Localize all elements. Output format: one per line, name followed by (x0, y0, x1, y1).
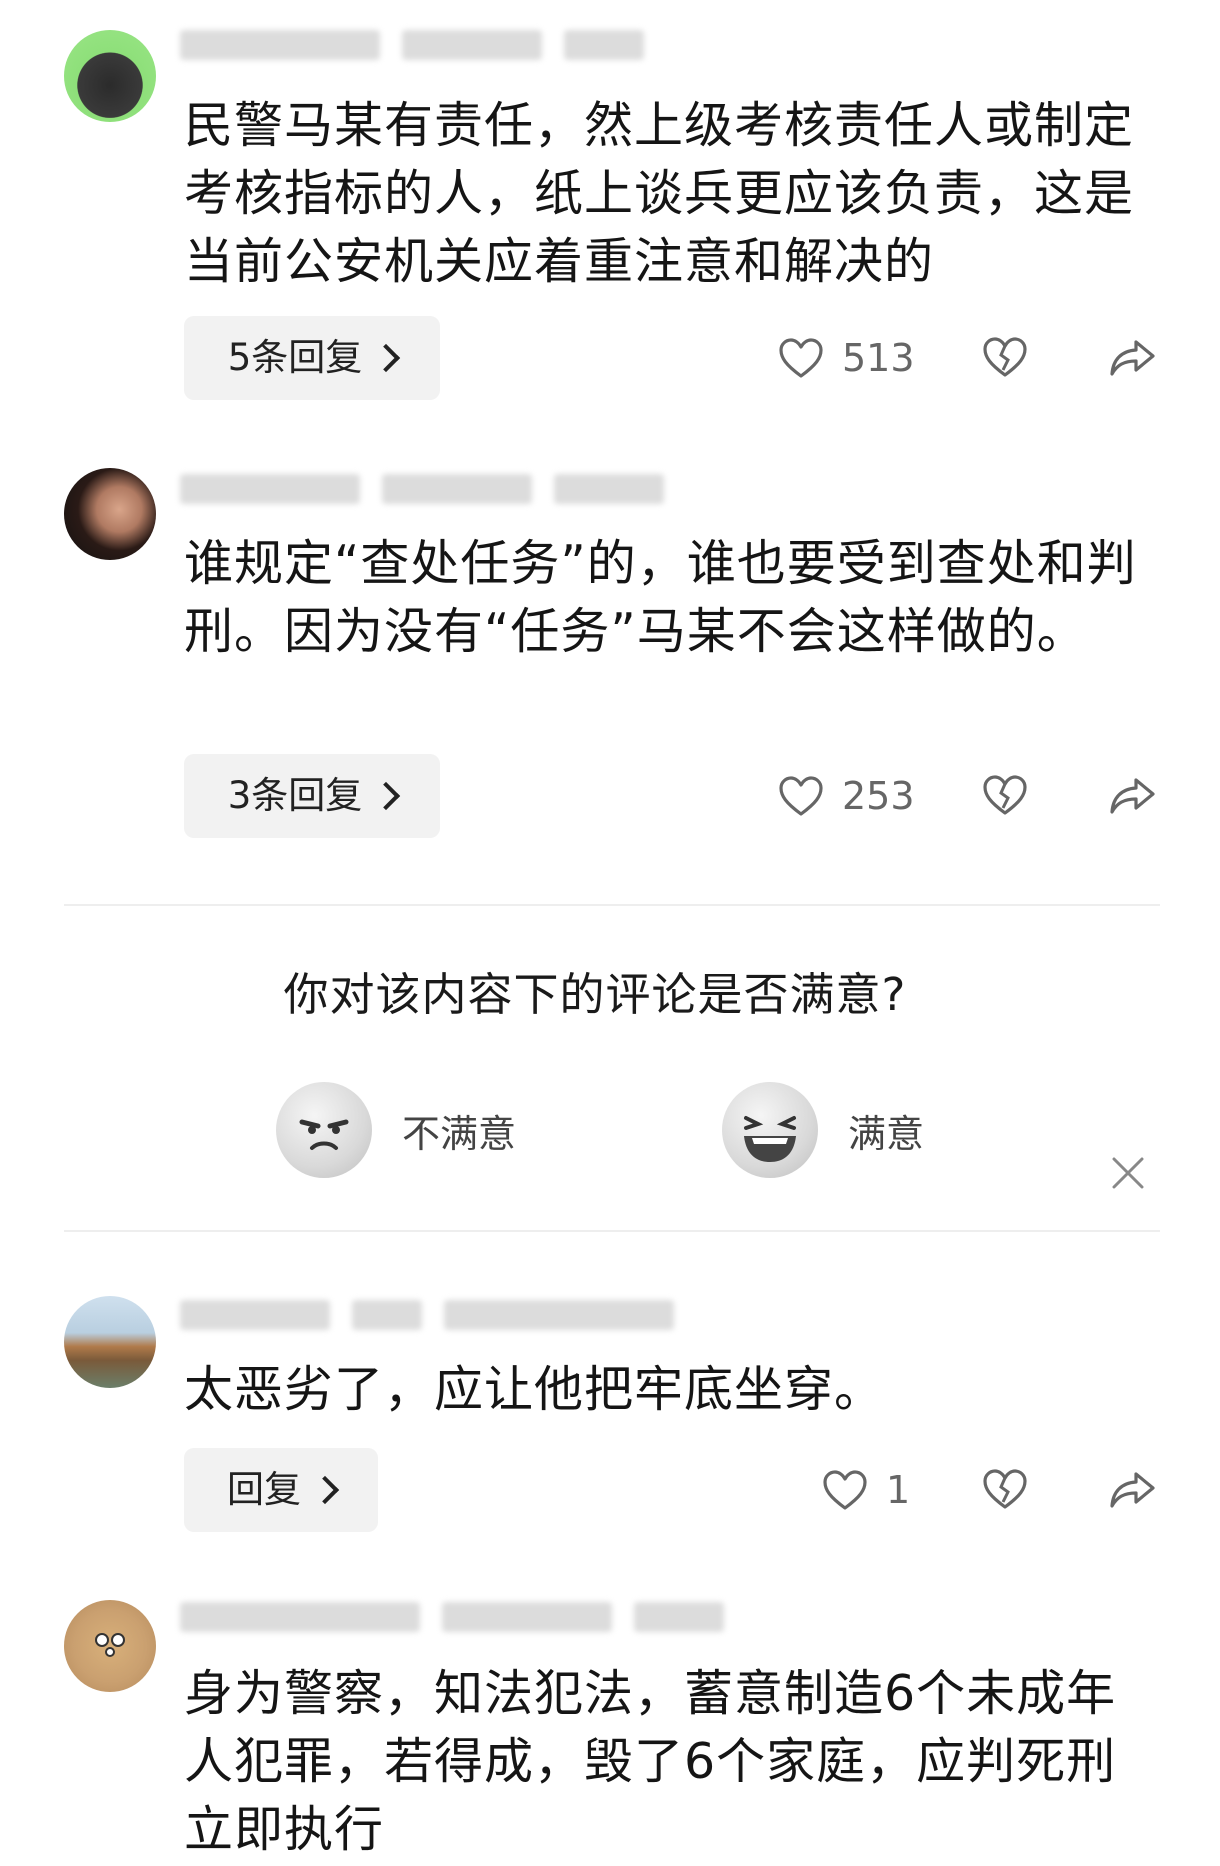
comment-text: 身为警察，知法犯法，蓄意制造6个未成年人犯罪，若得成，毁了6个家庭，应判死刑立即… (184, 1665, 1117, 1858)
avatar[interactable] (64, 1600, 156, 1692)
share-arrow-icon[interactable] (1108, 776, 1156, 816)
satisfied-label: 满意 (848, 1111, 925, 1156)
like-count: 513 (842, 336, 915, 380)
divider (64, 1230, 1160, 1232)
like-heart-icon (822, 1469, 868, 1511)
comment-text: 民警马某有责任，然上级考核责任人或制定考核指标的人，纸上谈兵更应该负责，这是当前… (184, 97, 1135, 290)
username-blurred[interactable] (180, 474, 664, 508)
avatar-face-icon (95, 1633, 125, 1657)
like-count: 1 (886, 1468, 911, 1512)
satisfied-face-icon (722, 1082, 818, 1178)
like-heart-icon (778, 337, 824, 379)
comment-text: 太恶劣了，应让他把牢底坐穿。 (184, 1361, 885, 1418)
divider (64, 904, 1160, 906)
dislike-broken-heart-icon[interactable] (982, 336, 1028, 378)
unsatisfied-face-icon (276, 1082, 372, 1178)
avatar[interactable] (64, 30, 156, 122)
unsatisfied-option[interactable]: 不满意 (276, 1082, 516, 1178)
unsatisfied-label: 不满意 (402, 1111, 517, 1156)
like-button[interactable]: 1 (822, 1468, 910, 1512)
close-icon[interactable] (1110, 1155, 1146, 1195)
username-blurred[interactable] (180, 30, 644, 64)
avatar[interactable] (64, 468, 156, 560)
satisfied-option[interactable]: 满意 (722, 1082, 924, 1178)
survey-question: 你对该内容下的评论是否满意? (283, 968, 907, 1021)
like-button[interactable]: 513 (778, 336, 915, 380)
like-heart-icon (778, 775, 824, 817)
like-count: 253 (842, 774, 915, 818)
like-button[interactable]: 253 (778, 774, 915, 818)
share-arrow-icon[interactable] (1108, 338, 1156, 378)
username-blurred[interactable] (180, 1602, 724, 1636)
share-arrow-icon[interactable] (1108, 1470, 1156, 1510)
username-blurred[interactable] (180, 1300, 674, 1334)
dislike-broken-heart-icon[interactable] (982, 774, 1028, 816)
avatar[interactable] (64, 1296, 156, 1388)
comment-text: 谁规定“查处任务”的，谁也要受到查处和判刑。因为没有“任务”马某不会这样做的。 (184, 535, 1137, 660)
dislike-broken-heart-icon[interactable] (982, 1468, 1028, 1510)
